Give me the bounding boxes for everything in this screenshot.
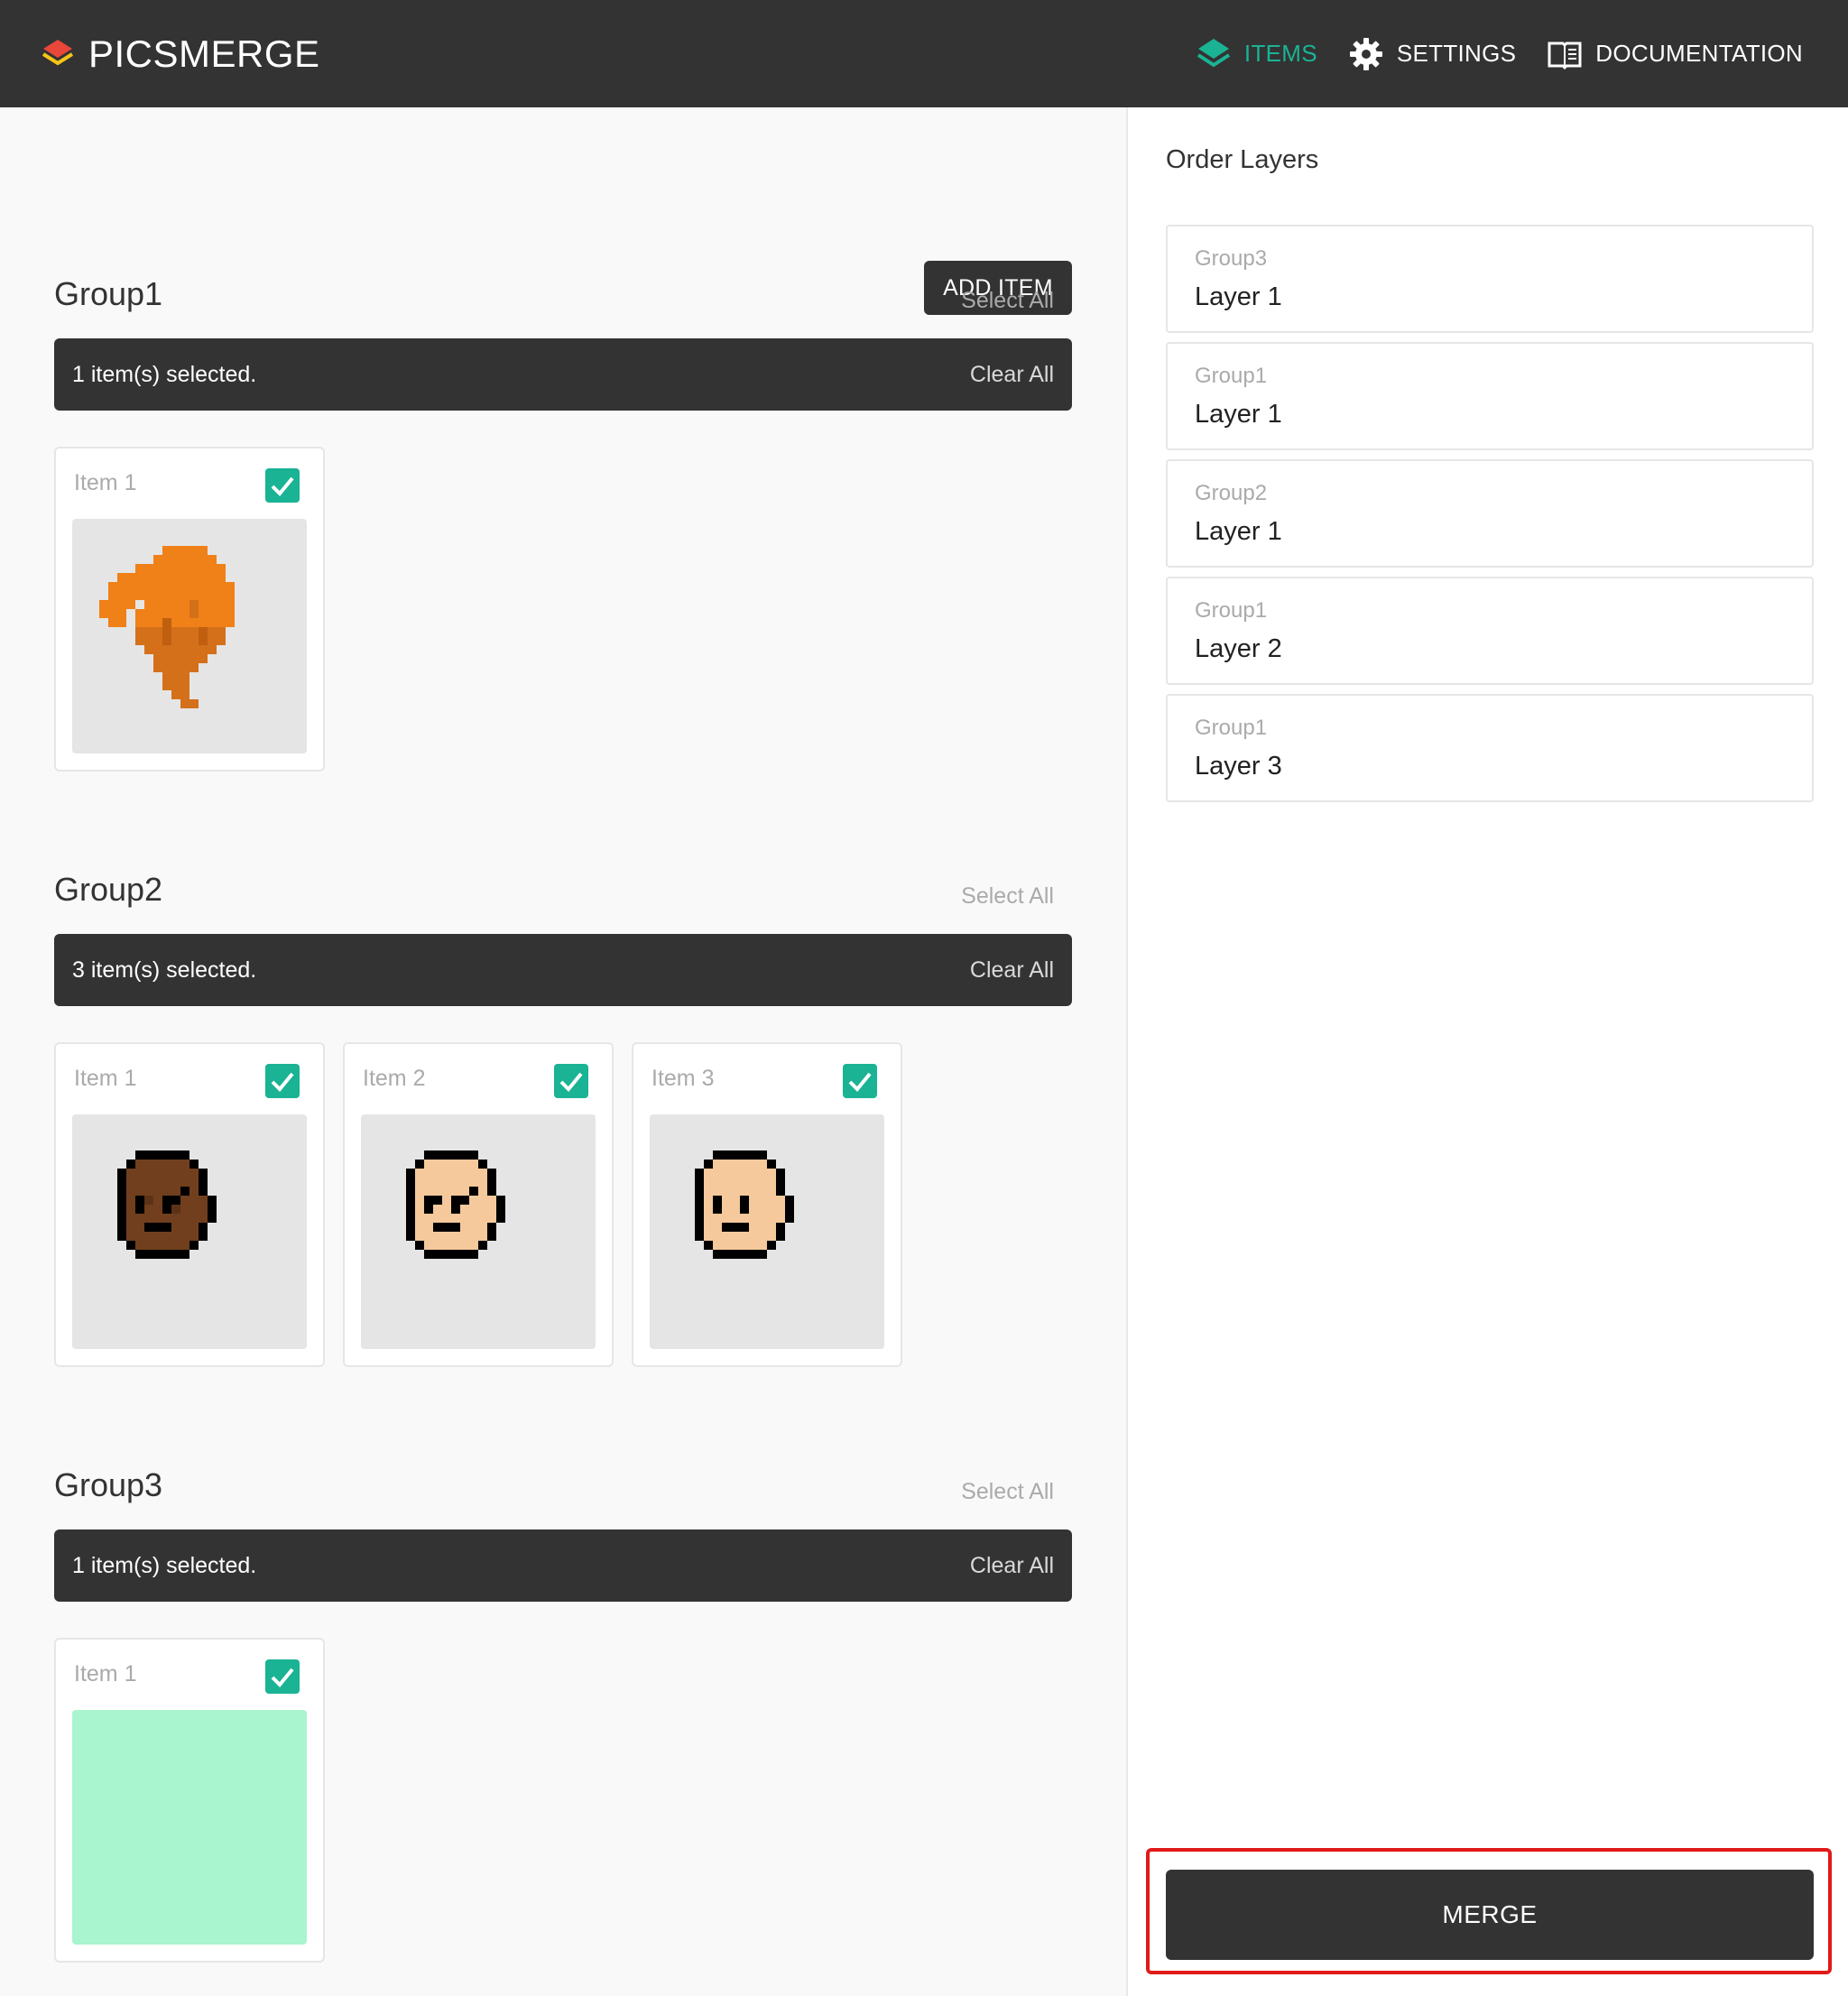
layers-icon: [1197, 38, 1231, 67]
selection-bar: 1 item(s) selected. Clear All: [54, 338, 1072, 411]
layer-name: Layer 3: [1195, 752, 1282, 781]
layer-item[interactable]: Group1 Layer 1: [1166, 342, 1814, 450]
nav-documentation-label: DOCUMENTATION: [1595, 40, 1803, 67]
brand-name: PICSMERGE: [88, 32, 320, 75]
selection-count: 1 item(s) selected.: [72, 1553, 257, 1578]
group-title: Group3: [54, 1466, 163, 1503]
group-title: Group2: [54, 871, 163, 908]
item-label: Item 1: [74, 1066, 137, 1091]
select-all-link[interactable]: Select All: [961, 1479, 1054, 1505]
item-card[interactable]: Item 1: [54, 1638, 325, 1963]
item-label: Item 2: [363, 1066, 426, 1091]
brand[interactable]: PICSMERGE: [40, 0, 320, 107]
group-title: Group1: [54, 275, 163, 312]
checkmark-icon: [271, 1072, 294, 1092]
clear-all-link[interactable]: Clear All: [970, 1553, 1054, 1579]
layer-name: Layer 2: [1195, 634, 1282, 663]
item-card[interactable]: Item 1: [54, 447, 325, 772]
layer-item[interactable]: Group3 Layer 1: [1166, 225, 1814, 333]
panel-title: Order Layers: [1166, 145, 1319, 174]
item-checkbox[interactable]: [265, 1064, 300, 1098]
item-card[interactable]: Item 3: [632, 1042, 902, 1367]
nav-documentation[interactable]: DOCUMENTATION: [1547, 36, 1803, 72]
item-checkbox[interactable]: [554, 1064, 588, 1098]
layer-name: Layer 1: [1195, 282, 1282, 311]
item-checkbox[interactable]: [265, 468, 300, 503]
light-face-neutral-image: [695, 1150, 794, 1259]
item-thumbnail: [72, 519, 307, 753]
items-main: ADD ITEM Group1 Select All 1 item(s) sel…: [0, 107, 1126, 1996]
order-layers-panel: Order Layers Group3 Layer 1 Group1 Layer…: [1126, 107, 1848, 1996]
book-icon: [1548, 42, 1582, 69]
layer-item[interactable]: Group1 Layer 3: [1166, 694, 1814, 802]
item-card[interactable]: Item 2: [343, 1042, 614, 1367]
selection-count: 3 item(s) selected.: [72, 957, 257, 983]
layer-name: Layer 1: [1195, 400, 1282, 429]
item-label: Item 1: [74, 470, 137, 495]
select-all-link[interactable]: Select All: [961, 288, 1054, 314]
light-face-frown-image: [406, 1150, 505, 1259]
picsmerge-logo-icon: [42, 39, 74, 65]
item-label: Item 1: [74, 1661, 137, 1686]
nav-items[interactable]: ITEMS: [1196, 36, 1317, 72]
item-card[interactable]: Item 1: [54, 1042, 325, 1367]
checkmark-icon: [848, 1072, 872, 1092]
layer-item[interactable]: Group2 Layer 1: [1166, 459, 1814, 568]
select-all-link[interactable]: Select All: [961, 883, 1054, 910]
layer-item[interactable]: Group1 Layer 2: [1166, 577, 1814, 685]
merge-button[interactable]: MERGE: [1166, 1870, 1814, 1960]
clear-all-link[interactable]: Clear All: [970, 957, 1054, 984]
layer-group-label: Group1: [1195, 364, 1268, 388]
selection-bar: 1 item(s) selected. Clear All: [54, 1529, 1072, 1602]
layer-group-label: Group3: [1195, 246, 1268, 271]
item-thumbnail: [72, 1710, 307, 1945]
item-label: Item 3: [651, 1066, 715, 1091]
layer-group-label: Group1: [1195, 716, 1268, 740]
main-nav: ITEMS SETTINGS DOCUMENTATION: [1165, 0, 1803, 107]
dark-face-image: [117, 1150, 217, 1259]
nav-settings[interactable]: SETTINGS: [1348, 36, 1516, 72]
orange-hair-image: [99, 546, 235, 708]
checkmark-icon: [271, 476, 294, 496]
layer-group-label: Group2: [1195, 481, 1268, 505]
gear-icon: [1349, 37, 1382, 70]
selection-count: 1 item(s) selected.: [72, 362, 257, 387]
nav-settings-label: SETTINGS: [1396, 40, 1517, 67]
checkmark-icon: [559, 1072, 583, 1092]
item-thumbnail: [72, 1114, 307, 1349]
top-navbar: PICSMERGE ITEMS SETTINGS DOCUMENTATION: [0, 0, 1848, 107]
selection-bar: 3 item(s) selected. Clear All: [54, 934, 1072, 1006]
item-checkbox[interactable]: [265, 1659, 300, 1694]
layer-name: Layer 1: [1195, 517, 1282, 546]
item-checkbox[interactable]: [843, 1064, 877, 1098]
item-thumbnail: [650, 1114, 884, 1349]
layer-group-label: Group1: [1195, 598, 1268, 623]
nav-items-label: ITEMS: [1243, 40, 1317, 67]
item-thumbnail: [361, 1114, 596, 1349]
clear-all-link[interactable]: Clear All: [970, 362, 1054, 388]
checkmark-icon: [271, 1668, 294, 1687]
